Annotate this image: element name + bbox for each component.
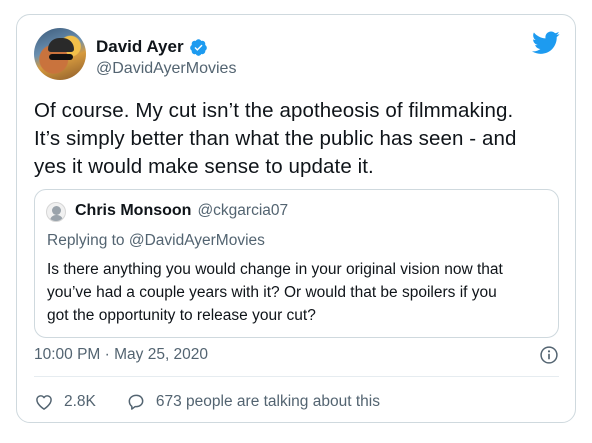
like-button[interactable]: 2.8K xyxy=(34,392,96,412)
quoted-tweet[interactable]: Chris Monsoon @ckgarcia07 Replying to @D… xyxy=(34,189,559,338)
avatar-cap xyxy=(48,38,74,52)
quoted-author-avatar[interactable] xyxy=(46,202,66,222)
author-handle[interactable]: @DavidAyerMovies xyxy=(96,60,236,78)
avatar-sunglasses xyxy=(49,54,73,60)
tweet-text: Of course. My cut isn’t the apotheosis o… xyxy=(34,99,517,178)
tweet-timestamp[interactable]: 10:00 PM · May 25, 2020 xyxy=(34,346,208,364)
quoted-tweet-text: Is there anything you would change in yo… xyxy=(47,261,503,324)
twitter-bird-icon[interactable] xyxy=(532,31,560,55)
verified-badge-icon xyxy=(189,38,207,56)
quoted-author-name[interactable]: Chris Monsoon xyxy=(75,202,191,220)
info-icon[interactable] xyxy=(539,345,559,365)
tweet-card[interactable]: David Ayer @DavidAyerMovies Of course. M… xyxy=(16,14,576,423)
replying-to-label[interactable]: Replying to @DavidAyerMovies xyxy=(47,232,265,250)
comment-bubble-icon xyxy=(128,394,144,410)
author-avatar[interactable] xyxy=(34,28,86,80)
quoted-author-row[interactable]: Chris Monsoon @ckgarcia07 xyxy=(75,202,288,220)
conversation-button[interactable]: 673 people are talking about this xyxy=(126,392,380,412)
avatar-body xyxy=(50,215,63,221)
likes-count: 2.8K xyxy=(64,393,96,410)
author-name-row[interactable]: David Ayer xyxy=(96,35,208,59)
author-name[interactable]: David Ayer xyxy=(96,37,184,57)
tweet-actions: 2.8K 673 people are talking about this xyxy=(34,392,380,412)
talking-count: 673 people are talking about this xyxy=(155,393,380,410)
quoted-author-handle[interactable]: @ckgarcia07 xyxy=(197,202,288,220)
actions-divider xyxy=(34,376,559,377)
avatar-head xyxy=(52,206,61,215)
heart-icon xyxy=(36,395,52,410)
